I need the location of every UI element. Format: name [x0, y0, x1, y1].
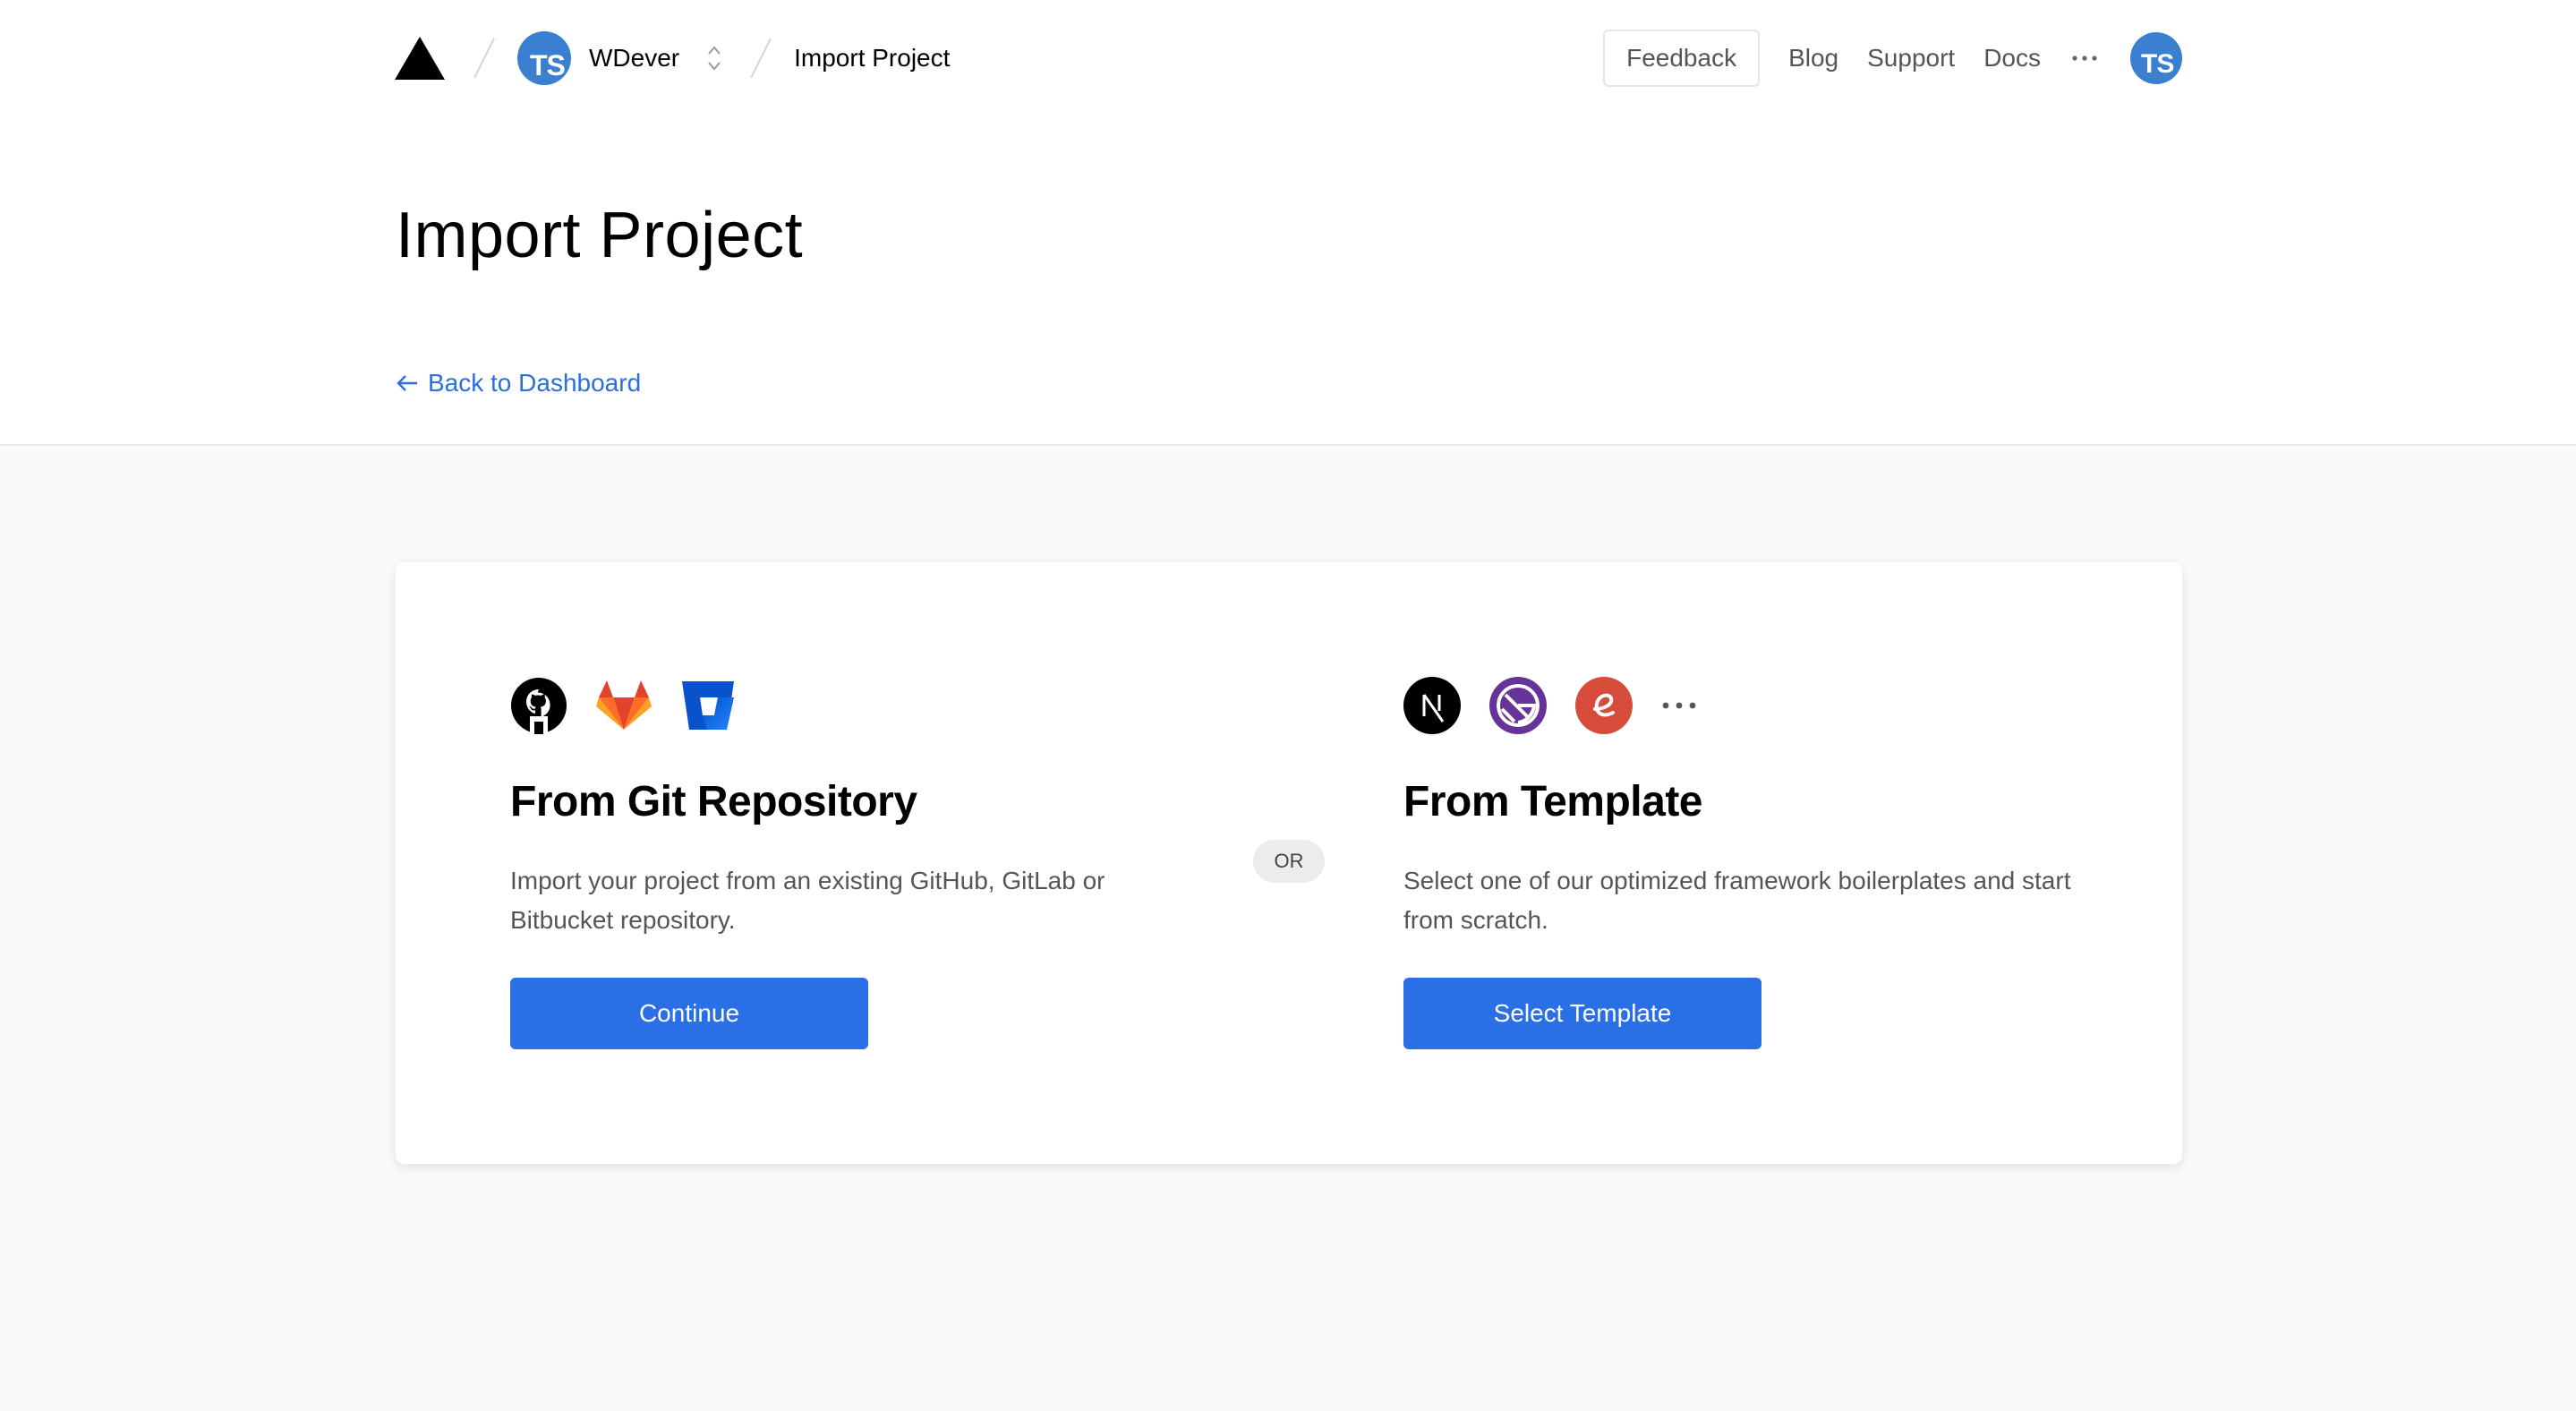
- nav-link-blog[interactable]: Blog: [1788, 44, 1838, 73]
- git-provider-icons: [510, 677, 764, 734]
- breadcrumb-separator-icon: [750, 38, 772, 79]
- more-frameworks-icon[interactable]: [1661, 701, 1697, 710]
- eleventy-icon: [1575, 677, 1633, 734]
- breadcrumb-separator-icon: [473, 38, 495, 79]
- nav-link-support[interactable]: Support: [1867, 44, 1955, 73]
- or-divider-badge: OR: [1253, 840, 1325, 883]
- user-avatar-initials: TS: [2141, 49, 2174, 79]
- back-link-label: Back to Dashboard: [428, 369, 642, 397]
- git-repository-option: From Git Repository Import your project …: [396, 562, 1289, 1164]
- user-avatar[interactable]: TS: [2130, 32, 2182, 84]
- github-icon: [511, 678, 567, 734]
- git-option-title: From Git Repository: [510, 778, 917, 825]
- team-name[interactable]: WDever: [589, 44, 679, 73]
- back-to-dashboard-link[interactable]: Back to Dashboard: [396, 369, 641, 398]
- page-title: Import Project: [396, 200, 804, 271]
- arrow-left-icon: [397, 375, 417, 391]
- select-template-button[interactable]: Select Template: [1403, 978, 1761, 1049]
- more-menu-icon[interactable]: [2071, 54, 2098, 63]
- gitlab-icon: [596, 680, 652, 730]
- framework-icons: [1403, 677, 1726, 734]
- team-avatar-initials: TS: [530, 49, 566, 81]
- bitbucket-icon: [682, 681, 734, 730]
- team-avatar[interactable]: TS: [517, 31, 571, 85]
- header-section: TS WDever Import Project Feedback Blog S…: [0, 0, 2576, 446]
- template-option-description: Select one of our optimized framework bo…: [1403, 867, 2071, 934]
- team-switcher-chevrons-icon[interactable]: [706, 43, 722, 73]
- breadcrumb-current: Import Project: [794, 44, 951, 72]
- nav-right: Feedback Blog Support Docs TS: [1603, 30, 2182, 87]
- nav-link-docs[interactable]: Docs: [1983, 44, 2041, 73]
- import-options-card: From Git Repository Import your project …: [396, 562, 2182, 1164]
- template-option: From Template Select one of our optimize…: [1289, 562, 2182, 1164]
- gatsby-icon: [1489, 677, 1547, 734]
- top-nav: TS WDever Import Project Feedback Blog S…: [394, 27, 2182, 90]
- feedback-button[interactable]: Feedback: [1603, 30, 1761, 87]
- nextjs-icon: [1403, 677, 1461, 734]
- git-option-description: Import your project from an existing Git…: [510, 867, 1105, 934]
- vercel-logo-icon[interactable]: [394, 35, 446, 81]
- template-option-title: From Template: [1403, 778, 1703, 825]
- continue-button[interactable]: Continue: [510, 978, 868, 1049]
